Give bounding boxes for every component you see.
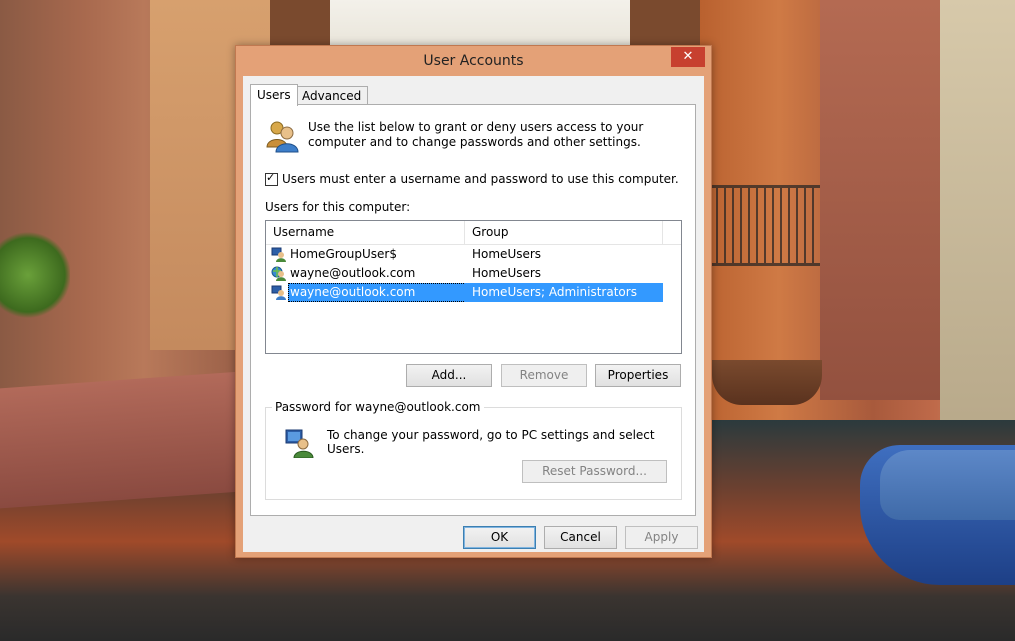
users-tab-panel: Use the list below to grant or deny user… bbox=[250, 104, 696, 516]
password-group-title: Password for wayne@outlook.com bbox=[272, 400, 484, 414]
cancel-button[interactable]: Cancel bbox=[544, 526, 617, 549]
add-user-button[interactable]: Add... bbox=[406, 364, 492, 387]
local-user-icon bbox=[271, 247, 286, 262]
users-listview[interactable]: Username Group HomeGroupUser$ HomeUsers bbox=[265, 220, 682, 354]
row-group: HomeUsers; Administrators bbox=[465, 283, 663, 302]
row-username: HomeGroupUser$ bbox=[290, 247, 397, 261]
properties-button[interactable]: Properties bbox=[595, 364, 681, 387]
close-button[interactable]: ✕ bbox=[671, 47, 705, 67]
admin-user-icon bbox=[271, 285, 286, 300]
tab-advanced[interactable]: Advanced bbox=[295, 86, 369, 105]
password-user-icon bbox=[285, 429, 314, 458]
background-blue-boat-cover bbox=[880, 450, 1015, 520]
reset-password-button[interactable]: Reset Password... bbox=[522, 460, 667, 483]
user-accounts-dialog: User Accounts ✕ Users Advanced Use the l… bbox=[235, 45, 712, 558]
column-header-username[interactable]: Username bbox=[266, 221, 465, 244]
remove-user-button[interactable]: Remove bbox=[501, 364, 587, 387]
background-building-far-right bbox=[940, 0, 1015, 430]
background-small-boat bbox=[712, 360, 822, 405]
title-bar[interactable]: User Accounts ✕ bbox=[236, 46, 711, 76]
row-group: HomeUsers bbox=[472, 266, 542, 280]
users-icon bbox=[266, 121, 299, 153]
intro-text: Use the list below to grant or deny user… bbox=[308, 120, 644, 149]
require-login-label[interactable]: Users must enter a username and password… bbox=[282, 172, 679, 186]
require-login-row[interactable]: Users must enter a username and password… bbox=[265, 171, 679, 186]
table-row[interactable]: wayne@outlook.com HomeUsers bbox=[266, 264, 663, 283]
apply-button[interactable]: Apply bbox=[625, 526, 698, 549]
listview-header: Username Group bbox=[266, 221, 681, 245]
background-bridge-railing bbox=[710, 185, 820, 266]
background-plant bbox=[0, 230, 70, 320]
tab-users[interactable]: Users bbox=[250, 84, 298, 106]
ok-button[interactable]: OK bbox=[463, 526, 536, 549]
users-list-label: Users for this computer: bbox=[265, 200, 411, 214]
table-row-selected[interactable]: wayne@outlook.com HomeUsers; Administrat… bbox=[266, 283, 663, 302]
background-dock bbox=[0, 371, 240, 509]
row-group: HomeUsers bbox=[472, 247, 542, 261]
close-icon: ✕ bbox=[682, 49, 694, 64]
password-groupbox: To change your password, go to PC settin… bbox=[265, 407, 682, 500]
row-username: wayne@outlook.com bbox=[288, 283, 466, 302]
table-row[interactable]: HomeGroupUser$ HomeUsers bbox=[266, 245, 663, 264]
row-username: wayne@outlook.com bbox=[290, 266, 416, 280]
password-help-text: To change your password, go to PC settin… bbox=[327, 428, 655, 456]
microsoft-account-icon bbox=[271, 266, 286, 281]
require-login-checkbox[interactable] bbox=[265, 171, 278, 186]
window-title: User Accounts bbox=[423, 53, 524, 69]
column-header-group[interactable]: Group bbox=[465, 221, 663, 244]
background-building-right-2 bbox=[820, 0, 950, 400]
dialog-client-area: Users Advanced Use the list below to gra… bbox=[243, 76, 704, 552]
